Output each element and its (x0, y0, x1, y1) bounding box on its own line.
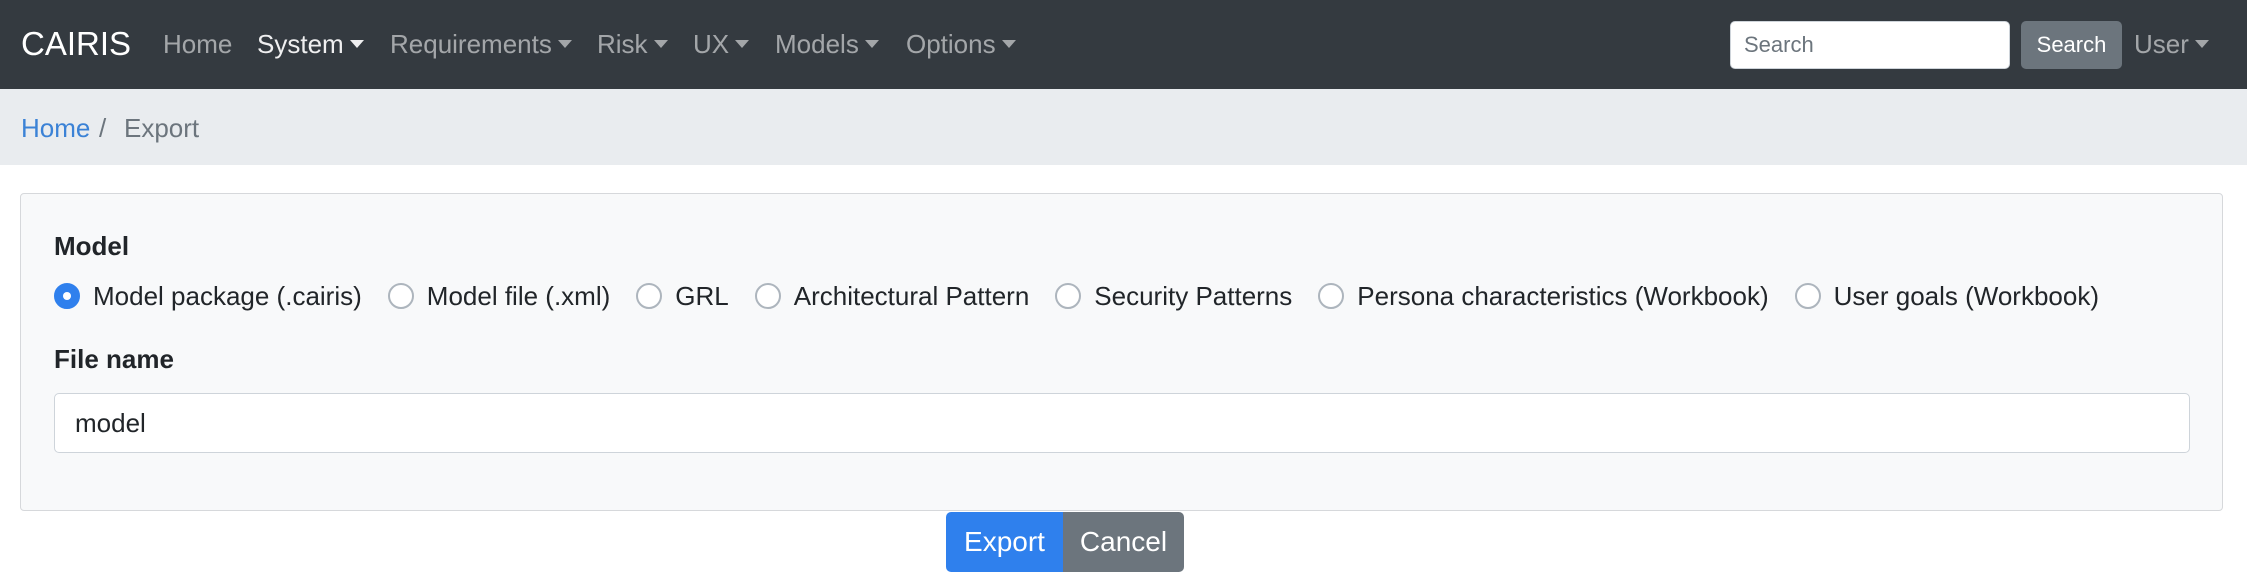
search-input[interactable] (1730, 21, 2010, 69)
radio-unchecked-icon[interactable] (1055, 283, 1082, 309)
export-button[interactable]: Export (946, 512, 1063, 572)
breadcrumb-current: Export (124, 113, 200, 143)
radio-label: Persona characteristics (Workbook) (1357, 281, 1769, 311)
radio-label: Model file (.xml) (426, 281, 611, 311)
radio-label: Security Patterns (1094, 281, 1293, 311)
top-navbar: CAIRIS Home System Requirements Risk UX … (0, 0, 2247, 89)
nav-user-dropdown[interactable]: User (2134, 26, 2209, 62)
radio-label: GRL (675, 281, 729, 311)
nav-models-dropdown[interactable]: Models (775, 26, 879, 62)
nav-system-dropdown[interactable]: System (257, 26, 364, 62)
radio-persona-characteristics[interactable]: Persona characteristics (Workbook) (1318, 279, 1769, 313)
chevron-down-icon (557, 40, 572, 48)
radio-unchecked-icon[interactable] (754, 283, 781, 309)
chevron-down-icon (2194, 40, 2209, 48)
radio-unchecked-icon[interactable] (387, 283, 414, 309)
model-label: Model (54, 231, 130, 261)
nav-home[interactable]: Home (163, 26, 232, 62)
nav-user-label: User (2134, 29, 2189, 59)
chevron-down-icon (1001, 40, 1016, 48)
radio-label: Model package (.cairis) (93, 281, 362, 311)
search-button[interactable]: Search (2021, 21, 2122, 69)
nav-ux-label: UX (693, 29, 730, 59)
chevron-down-icon (735, 40, 750, 48)
nav-options-dropdown[interactable]: Options (906, 26, 1016, 62)
chevron-down-icon (653, 40, 668, 48)
radio-model-package[interactable]: Model package (.cairis) (54, 279, 362, 313)
brand-logo[interactable]: CAIRIS (21, 22, 131, 66)
file-name-input[interactable] (54, 393, 2190, 453)
radio-user-goals[interactable]: User goals (Workbook) (1794, 279, 2099, 313)
radio-label: User goals (Workbook) (1833, 281, 2099, 311)
radio-security-patterns[interactable]: Security Patterns (1055, 279, 1292, 313)
breadcrumb: Home / Export (0, 89, 2247, 165)
radio-unchecked-icon[interactable] (636, 283, 663, 309)
chevron-down-icon (864, 40, 879, 48)
radio-model-file[interactable]: Model file (.xml) (387, 279, 611, 313)
radio-grl[interactable]: GRL (636, 279, 729, 313)
chevron-down-icon (349, 40, 364, 48)
nav-system-label: System (257, 29, 344, 59)
nav-risk-label: Risk (597, 29, 648, 59)
nav-ux-dropdown[interactable]: UX (693, 26, 750, 62)
radio-unchecked-icon[interactable] (1318, 283, 1345, 309)
radio-architectural-pattern[interactable]: Architectural Pattern (754, 279, 1030, 313)
radio-unchecked-icon[interactable] (1794, 283, 1821, 309)
nav-options-label: Options (906, 29, 996, 59)
breadcrumb-separator: / (99, 113, 107, 143)
nav-requirements-label: Requirements (390, 29, 552, 59)
nav-risk-dropdown[interactable]: Risk (597, 26, 668, 62)
nav-requirements-dropdown[interactable]: Requirements (390, 26, 572, 62)
cancel-button[interactable]: Cancel (1063, 512, 1184, 572)
radio-checked-icon[interactable] (54, 283, 80, 309)
breadcrumb-home-link[interactable]: Home (21, 111, 90, 145)
radio-label: Architectural Pattern (793, 281, 1030, 311)
model-radio-group: Model package (.cairis) Model file (.xml… (54, 279, 2125, 313)
file-name-label: File name (54, 344, 174, 374)
nav-models-label: Models (775, 29, 859, 59)
export-form-card: Model Model package (.cairis) Model file… (20, 193, 2223, 511)
